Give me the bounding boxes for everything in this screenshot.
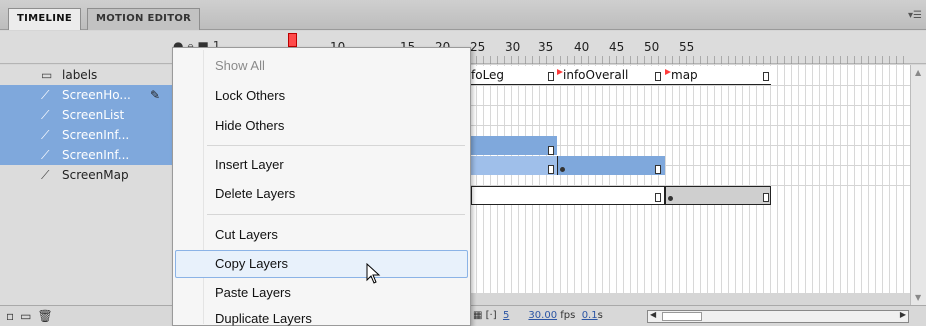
- frame-span-selected[interactable]: [471, 136, 557, 155]
- keyframe-empty[interactable]: [655, 165, 661, 174]
- scroll-thumb[interactable]: [662, 312, 702, 321]
- layer-name: ScreenList: [62, 108, 125, 122]
- playhead[interactable]: [288, 33, 297, 47]
- menu-item-paste-layers[interactable]: Paste Layers: [215, 280, 291, 306]
- menu-item-insert-layer[interactable]: Insert Layer: [215, 152, 284, 178]
- layer-icon: ⟋: [41, 88, 50, 102]
- time-unit: s: [597, 310, 603, 321]
- layer-row-screen-inf-2[interactable]: ⟋ ScreenInf...: [0, 145, 172, 165]
- layer-row-screen-map[interactable]: ⟋ ScreenMap: [0, 165, 172, 185]
- frame-rate[interactable]: 30.00: [528, 310, 557, 321]
- new-layer-icon[interactable]: ▫: [6, 309, 20, 323]
- horizontal-scrollbar[interactable]: ◀ ▶: [647, 310, 909, 323]
- layer-row-labels[interactable]: ▭ labels: [0, 65, 172, 85]
- frame-number: 30: [505, 40, 521, 54]
- keyframe-empty[interactable]: [763, 193, 769, 202]
- keyframe-empty[interactable]: [548, 165, 554, 174]
- panel-menu-icon[interactable]: ▾☰: [908, 10, 922, 21]
- frame-number: 45: [609, 40, 625, 54]
- frame-span-selected[interactable]: [557, 156, 665, 175]
- menu-icon-gutter: [203, 50, 204, 324]
- layer-name: labels: [62, 68, 98, 82]
- frame-span[interactable]: [665, 186, 771, 205]
- frame-label-info-overall: infoOverall: [563, 68, 629, 82]
- layer-row-screen-inf-1[interactable]: ⟋ ScreenInf...: [0, 125, 172, 145]
- keyframe-empty[interactable]: [763, 72, 769, 81]
- edit-multiple-frames-icon[interactable]: ▦ [·]: [473, 310, 497, 321]
- delete-layer-icon[interactable]: 🗑︎: [37, 309, 58, 323]
- mouse-cursor-icon: [366, 263, 381, 284]
- keyframe-empty[interactable]: [548, 72, 554, 81]
- fps-unit: fps: [560, 310, 576, 321]
- layer-row-screen-ho[interactable]: ⟋ ScreenHo... ✎: [0, 85, 172, 105]
- layer-icon: ⟋: [41, 108, 50, 122]
- keyframe-empty[interactable]: [655, 72, 661, 81]
- tab-motion-editor[interactable]: MOTION EDITOR: [87, 8, 201, 30]
- timeline-status: ▦ [·] 5 30.00 fps 0.1s: [473, 310, 603, 321]
- menu-item-lock-others[interactable]: Lock Others: [215, 83, 285, 109]
- menu-item-show-all[interactable]: Show All: [215, 53, 265, 79]
- frame-label-map: map: [671, 68, 698, 82]
- frame-number: 55: [679, 40, 695, 54]
- layer-row-screen-list[interactable]: ⟋ ScreenList: [0, 105, 172, 125]
- frame-span-selected[interactable]: [471, 156, 557, 175]
- frame-number: 50: [644, 40, 660, 54]
- keyframe-filled[interactable]: [668, 196, 673, 201]
- menu-separator: [207, 145, 465, 146]
- scroll-up-icon[interactable]: ▲: [915, 68, 921, 77]
- current-frame[interactable]: 5: [503, 310, 509, 321]
- menu-item-hide-others[interactable]: Hide Others: [215, 113, 284, 139]
- layer-icon: ⟋: [41, 168, 50, 182]
- folder-icon: ▭: [41, 68, 53, 82]
- tab-timeline[interactable]: TIMELINE: [8, 8, 82, 30]
- layer-icon: ⟋: [41, 148, 50, 162]
- menu-item-delete-layers[interactable]: Delete Layers: [215, 181, 295, 207]
- layer-context-menu: Show All Lock Others Hide Others Insert …: [172, 47, 471, 326]
- frame-number: 40: [574, 40, 590, 54]
- vertical-scrollbar[interactable]: ▲ ▼: [910, 65, 926, 305]
- layer-name: ScreenInf...: [62, 148, 130, 162]
- layer-name: ScreenHo...: [62, 88, 131, 102]
- menu-item-cut-layers[interactable]: Cut Layers: [215, 222, 278, 248]
- elapsed-time[interactable]: 0.1: [582, 310, 598, 321]
- menu-item-copy-layers[interactable]: Copy Layers: [215, 251, 288, 277]
- frame-span[interactable]: [471, 186, 665, 205]
- menu-separator: [207, 214, 465, 215]
- layer-name: ScreenInf...: [62, 128, 130, 142]
- frame-number: 35: [538, 40, 554, 54]
- timeline-tabbar: TIMELINE MOTION EDITOR ▾☰: [0, 0, 926, 30]
- frame-number: 25: [470, 40, 486, 54]
- menu-item-duplicate-layers[interactable]: Duplicate Layers: [215, 306, 312, 326]
- layer-action-icons: ▫▭🗑︎: [6, 309, 59, 323]
- keyframe-empty[interactable]: [655, 193, 661, 202]
- keyframe-filled[interactable]: [560, 167, 565, 172]
- scroll-left-icon[interactable]: ◀: [650, 310, 656, 319]
- layer-icon: ⟋: [41, 128, 50, 142]
- frame-label-infoleg: foLeg: [471, 68, 505, 82]
- scroll-down-icon[interactable]: ▼: [915, 293, 921, 302]
- pencil-icon: ✎: [150, 88, 161, 102]
- scroll-right-icon[interactable]: ▶: [900, 310, 906, 319]
- layer-name: ScreenMap: [62, 168, 129, 182]
- new-folder-icon[interactable]: ▭: [20, 309, 37, 323]
- keyframe-empty[interactable]: [548, 146, 554, 155]
